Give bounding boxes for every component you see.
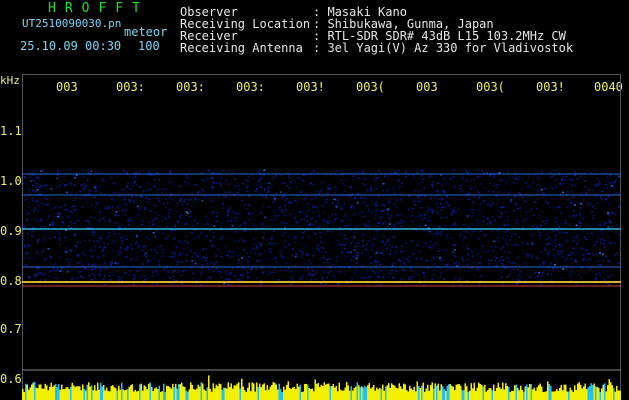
tick-1-0: 1.0 [0, 174, 22, 188]
antenna-value: : 3el Yagi(V) Az 330 for Vladivostok [313, 41, 574, 55]
tick-0-9: 0.9 [0, 224, 22, 238]
filename-label: UT2510090030.pn [22, 17, 122, 30]
tick-1-1: 1.1 [0, 124, 22, 138]
datetime-label: 25.10.09 00:30 [20, 39, 122, 53]
gain-label: 100 [138, 39, 160, 53]
mode-label: meteor [124, 25, 168, 39]
activity-histogram [22, 375, 621, 400]
tick-0-6: 0.6 [0, 372, 22, 386]
tick-0-8: 0.8 [0, 274, 22, 288]
spectrogram-plot [22, 74, 621, 400]
antenna-label: Receiving Antenna [180, 41, 303, 55]
unit-label: kHz [0, 74, 20, 87]
signal-band [22, 169, 621, 286]
brand-title: HROFFT [48, 1, 149, 16]
tick-0-7: 0.7 [0, 322, 22, 336]
